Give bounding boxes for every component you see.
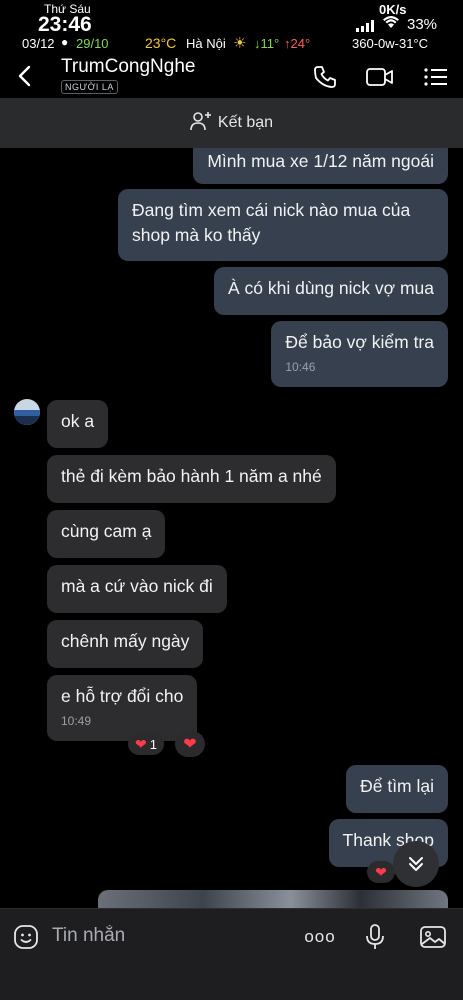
message-bubble-incoming[interactable]: chênh mấy ngày [47, 620, 204, 668]
signal-icon [356, 20, 374, 32]
message-bubble-incoming[interactable]: e hỗ trợ đổi cho 10:49 [47, 675, 198, 741]
temp-high: ↑24° [284, 36, 311, 51]
gallery-icon[interactable] [417, 921, 449, 953]
message-bubble-incoming[interactable]: cùng cam ạ [47, 510, 166, 558]
heart-icon: ❤ [135, 735, 147, 752]
sun-icon: ☀ [233, 35, 247, 52]
lunar-date: 29/10 [76, 36, 109, 51]
reaction-count[interactable]: ❤ 1 [128, 733, 164, 755]
message-bubble-incoming[interactable]: ok a [47, 400, 109, 448]
reaction-count-value: 1 [149, 736, 157, 752]
image-message[interactable] [98, 890, 448, 908]
message-bubble-outgoing[interactable]: À có khi dùng nick vợ mua [213, 267, 448, 315]
heart-icon: ❤ [375, 863, 387, 880]
message-bubble-outgoing[interactable]: Để bảo vợ kiểm tra 10:46 [271, 321, 448, 387]
back-arrow-icon[interactable] [12, 62, 40, 90]
add-friend-label: Kết bạn [217, 114, 274, 131]
apple-icon: ● [61, 35, 69, 49]
message-bubble-outgoing[interactable]: Mình mua xe 1/12 năm ngoái [193, 148, 448, 184]
reaction-count[interactable]: ❤ [367, 861, 395, 883]
message-bubble-incoming[interactable]: mà a cứ vào nick đi [47, 565, 227, 613]
message-text: Để bảo vợ kiểm tra [285, 332, 434, 352]
menu-list-icon[interactable] [421, 62, 451, 92]
message-text: mà a cứ vào nick đi [61, 576, 213, 596]
message-text: Đang tìm xem cái nick nào mua của shop m… [132, 200, 411, 245]
message-time: 10:49 [61, 714, 92, 728]
stranger-badge: NGƯỜI LẠ [61, 80, 118, 94]
weather-temperature: 23°C [145, 35, 177, 51]
more-options-icon[interactable]: ooo [304, 921, 336, 953]
message-text: À có khi dùng nick vợ mua [227, 278, 434, 298]
status-bar: Thứ Sáu 23:46 0K/s 33% 03/12 ● 29/10 23°… [0, 0, 463, 56]
status-extra: 360-0w-31°C [352, 36, 429, 51]
status-date: 03/12 [22, 36, 55, 51]
chat-header: TrumCongNghe NGƯỜI LẠ [0, 56, 463, 98]
double-chevron-down-icon [409, 857, 423, 871]
message-text: e hỗ trợ đổi cho [61, 686, 184, 706]
battery-level: 33% [407, 16, 438, 33]
message-bubble-outgoing[interactable]: Để tìm lại [346, 765, 448, 813]
microphone-icon[interactable] [359, 921, 391, 953]
message-time: 10:46 [285, 360, 316, 374]
message-text: ok a [61, 411, 95, 431]
message-bubble-outgoing[interactable]: Đang tìm xem cái nick nào mua của shop m… [118, 189, 448, 261]
react-button[interactable]: ❤ [175, 731, 205, 757]
message-input[interactable] [52, 921, 282, 951]
message-bubble-incoming[interactable]: thẻ đi kèm bảo hành 1 năm a nhé [47, 455, 336, 503]
message-input-bar: ooo [0, 908, 463, 1000]
video-call-icon[interactable] [365, 62, 395, 92]
message-text: chênh mấy ngày [61, 631, 190, 651]
contact-avatar[interactable] [14, 399, 40, 425]
contact-name[interactable]: TrumCongNghe [61, 56, 195, 78]
temp-low: ↓11° [254, 36, 280, 51]
add-user-icon [190, 111, 212, 136]
message-text: cùng cam ạ [61, 521, 152, 541]
add-friend-button[interactable]: Kết bạn [0, 98, 463, 148]
phone-call-icon[interactable] [310, 62, 340, 92]
weather-city: Hà Nội [186, 36, 226, 51]
emoji-icon[interactable] [12, 923, 40, 951]
message-text: thẻ đi kèm bảo hành 1 năm a nhé [61, 466, 322, 486]
heart-icon: ❤ [183, 736, 197, 753]
status-time: 23:46 [38, 13, 92, 36]
wifi-icon [382, 15, 400, 33]
message-text: Để tìm lại [360, 776, 434, 796]
scroll-to-bottom-button[interactable] [393, 841, 439, 887]
message-text: Mình mua xe 1/12 năm ngoái [207, 151, 434, 171]
message-list[interactable]: Mình mua xe 1/12 năm ngoái Đang tìm xem … [0, 148, 463, 908]
